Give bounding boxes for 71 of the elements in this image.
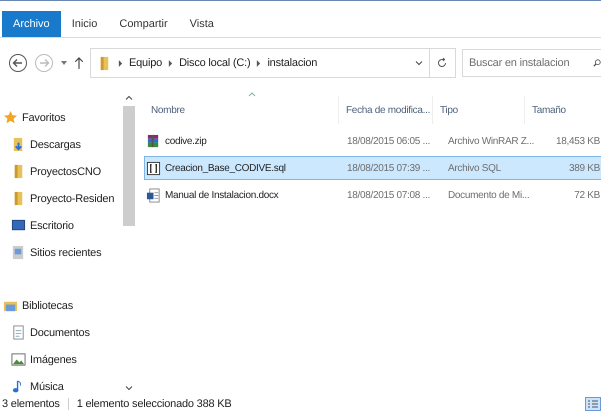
size-cell-text: 389 KB <box>568 162 601 174</box>
nav-item-label: Proyecto-Residen <box>30 192 114 204</box>
nav-item[interactable]: Sitios recientes <box>0 239 122 266</box>
ribbon-tab[interactable]: Archivo <box>2 11 61 37</box>
archive-icon <box>146 134 161 148</box>
nav-item-label: Documentos <box>30 326 90 338</box>
nav-group[interactable]: Favoritos <box>0 104 122 131</box>
back-icon[interactable] <box>8 53 28 73</box>
breadcrumb[interactable]: Equipo <box>129 57 162 69</box>
dropdown-caret-icon[interactable] <box>60 59 68 67</box>
scroll-up-icon[interactable] <box>125 94 133 102</box>
refresh-icon[interactable] <box>436 57 448 69</box>
ribbon-tab[interactable]: Compartir <box>108 11 179 37</box>
document-icon <box>11 325 26 340</box>
item-count: 3 elementos <box>2 398 60 410</box>
file-row[interactable]: Manual de Instalacion.docx 18/08/2015 07:08 ... Documento de Mi... 72 KB <box>144 183 601 207</box>
address-bar[interactable]: Equipo Disco local (C:) instalacion <box>90 48 456 78</box>
nav-item-label: Imágenes <box>30 354 77 366</box>
column-header[interactable]: Tamaño <box>524 96 586 124</box>
nav-group-label: Bibliotecas <box>22 300 73 312</box>
code-file-icon <box>146 160 161 176</box>
nav-item-label: Descargas <box>30 138 81 150</box>
column-header[interactable]: Tipo <box>432 96 524 124</box>
date-cell-text: 18/08/2015 07:08 ... <box>346 190 431 200</box>
dropdown-chevron-icon[interactable] <box>415 59 423 67</box>
chevron-icon[interactable] <box>168 60 174 66</box>
nav-item[interactable]: Música <box>0 373 122 400</box>
nav-item[interactable]: Descargas <box>0 131 122 158</box>
nav-item[interactable]: Imágenes <box>0 346 122 373</box>
breadcrumb[interactable]: instalacion <box>267 57 318 69</box>
file-row[interactable]: Creacion_Base_CODIVE.sql 18/08/2015 07:39 ... Archivo SQL 389 KB <box>144 156 601 180</box>
word-document-icon <box>146 188 161 202</box>
selection-info: 1 elemento seleccionado 388 KB <box>76 398 232 410</box>
nav-item[interactable]: ProyectosCNO <box>0 158 122 185</box>
nav-item-label: Sitios recientes <box>30 246 102 258</box>
chevron-icon[interactable] <box>118 60 123 66</box>
nav-group-label: Favoritos <box>22 112 66 124</box>
date-cell-text: 18/08/2015 06:05 ... <box>346 136 431 146</box>
nav-group[interactable]: Bibliotecas <box>0 292 122 319</box>
column-header[interactable]: Fecha de modifica... <box>338 96 432 124</box>
nav-item-label: ProyectosCNO <box>30 166 101 178</box>
desktop-icon <box>11 218 26 233</box>
nav-item[interactable]: Escritorio <box>0 212 122 239</box>
search-field[interactable]: Buscar en instalacion <box>462 49 601 77</box>
chevron-icon[interactable] <box>256 60 262 66</box>
nav-item-label: Música <box>30 380 64 392</box>
details-view-icon[interactable] <box>585 396 601 410</box>
file-name: codive.zip <box>165 136 206 146</box>
date-cell-text: 18/08/2015 07:39 ... <box>346 162 431 174</box>
ribbon-tab[interactable]: Vista <box>178 11 225 37</box>
type-cell-text: Documento de Mi... <box>447 190 530 200</box>
size-cell-text: 18,453 KB <box>554 136 601 146</box>
up-arrow-icon[interactable] <box>74 56 84 70</box>
column-header[interactable]: Nombre <box>144 96 338 124</box>
ribbon-tab[interactable]: Inicio <box>60 11 108 37</box>
star-icon <box>3 110 18 125</box>
nav-item[interactable]: Proyecto-Residen <box>0 185 122 212</box>
nav-item[interactable]: Documentos <box>0 319 122 346</box>
recent-places-icon <box>11 245 26 260</box>
breadcrumb[interactable]: Disco local (C:) <box>179 57 250 69</box>
size-cell-text: 72 KB <box>573 190 601 200</box>
type-cell-text: Archivo WinRAR Z... <box>447 136 535 146</box>
type-cell-text: Archivo SQL <box>447 162 502 174</box>
file-row[interactable]: codive.zip 18/08/2015 06:05 ... Archivo WinRAR Z... 18,453 KB <box>144 129 601 153</box>
image-icon <box>11 352 26 367</box>
search-icon <box>593 59 601 67</box>
file-name: Manual de Instalacion.docx <box>165 190 278 200</box>
nav-item-label: Escritorio <box>30 220 74 232</box>
scrollbar-thumb[interactable] <box>123 106 135 226</box>
scroll-down-icon[interactable] <box>125 384 133 392</box>
file-name: Creacion_Base_CODIVE.sql <box>165 162 286 174</box>
